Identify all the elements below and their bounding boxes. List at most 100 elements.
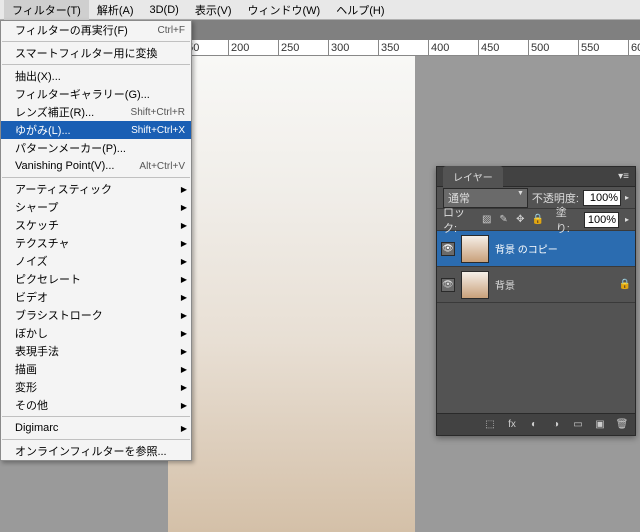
- menu-item[interactable]: パターンメーカー(P)...: [1, 139, 191, 157]
- menu-item[interactable]: 描画▶: [1, 360, 191, 378]
- document-canvas[interactable]: [168, 56, 415, 532]
- submenu-arrow-icon: ▶: [181, 239, 187, 248]
- link-icon[interactable]: ⬚: [483, 418, 497, 432]
- panel-menu-icon[interactable]: ▾≡: [618, 171, 629, 182]
- lock-pixels-icon[interactable]: ✎: [498, 214, 509, 226]
- menubar: フィルター(T)解析(A)3D(D)表示(V)ウィンドウ(W)ヘルプ(H): [0, 0, 640, 20]
- menu-item[interactable]: ぼかし▶: [1, 324, 191, 342]
- menu-item-label: スケッチ: [15, 217, 185, 233]
- menu-item-label: フィルターギャラリー(G)...: [15, 86, 185, 102]
- layer-list: 👁 背景 のコピー 👁 背景 🔒: [437, 231, 635, 303]
- menu-解析[interactable]: 解析(A): [89, 0, 142, 20]
- menu-ウィンドウ[interactable]: ウィンドウ(W): [240, 0, 329, 20]
- menu-item[interactable]: テクスチャ▶: [1, 234, 191, 252]
- menu-item-label: Vanishing Point(V)...: [15, 160, 139, 172]
- layer-name[interactable]: 背景: [495, 277, 613, 292]
- tab-layers[interactable]: レイヤー: [443, 166, 503, 187]
- menu-item[interactable]: フィルターギャラリー(G)...: [1, 85, 191, 103]
- menu-item[interactable]: 変形▶: [1, 378, 191, 396]
- filter-dropdown: フィルターの再実行(F)Ctrl+F スマートフィルター用に変換抽出(X)...フ…: [0, 20, 192, 461]
- layer-thumbnail[interactable]: [461, 235, 489, 263]
- layer-row[interactable]: 👁 背景 のコピー: [437, 231, 635, 267]
- lock-transparency-icon[interactable]: ▨: [481, 214, 492, 226]
- lock-all-icon[interactable]: 🔒: [532, 214, 544, 226]
- new-layer-icon[interactable]: ▣: [593, 418, 607, 432]
- menu-3d[interactable]: 3D(D): [142, 2, 187, 18]
- layer-name[interactable]: 背景 のコピー: [495, 241, 631, 256]
- menu-item-label: Digimarc: [15, 422, 185, 434]
- menu-item[interactable]: シャープ▶: [1, 198, 191, 216]
- submenu-arrow-icon: ▶: [181, 275, 187, 284]
- menu-item[interactable]: アーティスティック▶: [1, 180, 191, 198]
- menu-item[interactable]: 抽出(X)...: [1, 67, 191, 85]
- menu-item-label: ビデオ: [15, 289, 185, 305]
- ruler-tick: 500: [528, 40, 578, 56]
- lock-label: ロック:: [443, 204, 475, 236]
- menu-item-label: ぼかし: [15, 325, 185, 341]
- panel-tabbar: レイヤー ▾≡: [437, 167, 635, 187]
- fx-icon[interactable]: fx: [505, 418, 519, 432]
- menu-item[interactable]: Vanishing Point(V)...Alt+Ctrl+V: [1, 157, 191, 175]
- submenu-arrow-icon: ▶: [181, 221, 187, 230]
- menu-item-label: ノイズ: [15, 253, 185, 269]
- ruler-tick: 300: [328, 40, 378, 56]
- ruler-tick: 400: [428, 40, 478, 56]
- menu-item-label: その他: [15, 397, 185, 413]
- panel-footer: ⬚ fx ◐ ◑ ▭ ▣ 🗑: [437, 413, 635, 435]
- menu-表示[interactable]: 表示(V): [187, 0, 240, 20]
- submenu-arrow-icon: ▶: [181, 293, 187, 302]
- layer-thumbnail[interactable]: [461, 271, 489, 299]
- menu-item[interactable]: オンラインフィルターを参照...: [1, 442, 191, 460]
- menu-item-label: 描画: [15, 361, 185, 377]
- layers-panel: レイヤー ▾≡ 通常 不透明度: 100% ▸ ロック: ▨ ✎ ✥ 🔒 塗り:…: [436, 166, 636, 436]
- visibility-icon[interactable]: 👁: [441, 278, 455, 292]
- menu-item-label: アーティスティック: [15, 181, 185, 197]
- submenu-arrow-icon: ▶: [181, 383, 187, 392]
- menu-item[interactable]: ビデオ▶: [1, 288, 191, 306]
- submenu-arrow-icon: ▶: [181, 203, 187, 212]
- menu-item[interactable]: ブラシストローク▶: [1, 306, 191, 324]
- menu-item[interactable]: ノイズ▶: [1, 252, 191, 270]
- menu-item-label: ブラシストローク: [15, 307, 185, 323]
- lock-position-icon[interactable]: ✥: [515, 214, 526, 226]
- submenu-arrow-icon: ▶: [181, 257, 187, 266]
- fill-label: 塗り:: [556, 204, 579, 236]
- menu-item[interactable]: 表現手法▶: [1, 342, 191, 360]
- submenu-arrow-icon: ▶: [181, 311, 187, 320]
- menu-shortcut: Ctrl+F: [158, 25, 186, 36]
- menu-item-label: 表現手法: [15, 343, 185, 359]
- blend-mode-select[interactable]: 通常: [443, 188, 528, 208]
- menu-ヘルプ[interactable]: ヘルプ(H): [328, 0, 392, 20]
- chevron-down-icon[interactable]: ▸: [625, 193, 629, 202]
- chevron-down-icon[interactable]: ▸: [625, 215, 629, 224]
- submenu-arrow-icon: ▶: [181, 347, 187, 356]
- layer-row[interactable]: 👁 背景 🔒: [437, 267, 635, 303]
- menu-item-label: オンラインフィルターを参照...: [15, 443, 185, 459]
- submenu-arrow-icon: ▶: [181, 424, 187, 433]
- menu-item[interactable]: スマートフィルター用に変換: [1, 44, 191, 62]
- ruler-tick: 200: [228, 40, 278, 56]
- menu-item-label: スマートフィルター用に変換: [15, 45, 185, 61]
- adjustment-icon[interactable]: ◑: [549, 418, 563, 432]
- menu-フィルター[interactable]: フィルター(T): [4, 0, 89, 20]
- group-icon[interactable]: ▭: [571, 418, 585, 432]
- lock-icon: 🔒: [619, 279, 631, 290]
- ruler-tick: 550: [578, 40, 628, 56]
- menu-item-label: テクスチャ: [15, 235, 185, 251]
- ruler-tick: 250: [278, 40, 328, 56]
- photo-image: [168, 56, 415, 532]
- menu-item[interactable]: Digimarc▶: [1, 419, 191, 437]
- menu-item[interactable]: フィルターの再実行(F)Ctrl+F: [1, 21, 191, 39]
- menu-item[interactable]: その他▶: [1, 396, 191, 414]
- menu-item[interactable]: ゆがみ(L)...Shift+Ctrl+X: [1, 121, 191, 139]
- menu-item-label: シャープ: [15, 199, 185, 215]
- visibility-icon[interactable]: 👁: [441, 242, 455, 256]
- opacity-input[interactable]: 100%: [583, 190, 621, 206]
- fill-input[interactable]: 100%: [584, 212, 619, 228]
- menu-item[interactable]: スケッチ▶: [1, 216, 191, 234]
- menu-item[interactable]: ピクセレート▶: [1, 270, 191, 288]
- menu-item[interactable]: レンズ補正(R)...Shift+Ctrl+R: [1, 103, 191, 121]
- mask-icon[interactable]: ◐: [527, 418, 541, 432]
- trash-icon[interactable]: 🗑: [615, 418, 629, 432]
- lock-fill-row: ロック: ▨ ✎ ✥ 🔒 塗り: 100% ▸: [437, 209, 635, 231]
